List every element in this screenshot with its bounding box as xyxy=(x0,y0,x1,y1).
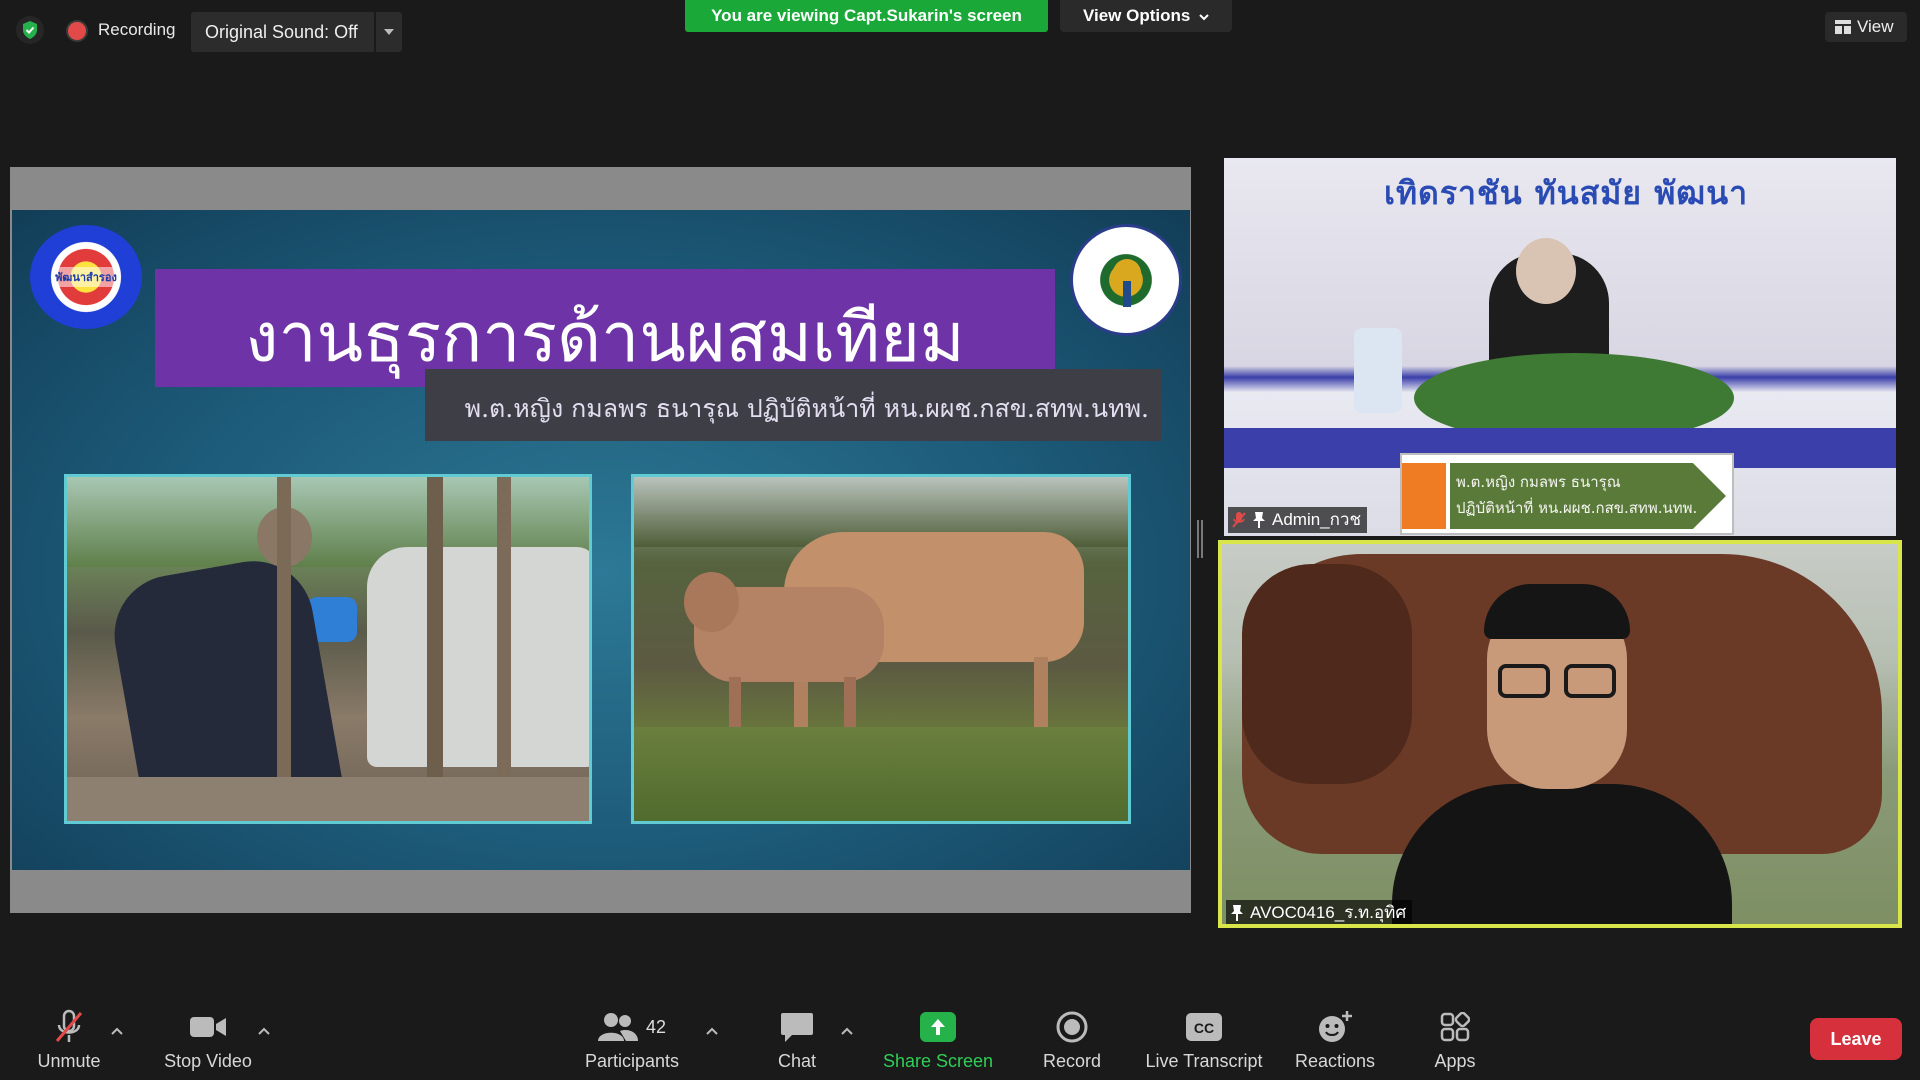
left-organization-logo: พัฒนาสำรอง xyxy=(30,225,142,329)
presenter-head xyxy=(1516,238,1576,304)
leave-button[interactable]: Leave xyxy=(1810,1018,1902,1060)
glasses-left-lens xyxy=(1498,664,1550,698)
chevron-up-icon xyxy=(841,1027,853,1035)
viewing-screen-banner: You are viewing Capt.Sukarin's screen xyxy=(685,0,1048,32)
slide-subtitle-box: พ.ต.หญิง กมลพร ธนารุณ ปฏิบัติหน้าที่ หน.… xyxy=(425,369,1161,441)
participant-name-tag: AVOC0416_ร.ท.อุทิศ xyxy=(1226,900,1413,924)
chat-options-caret[interactable] xyxy=(837,1021,857,1041)
audio-options-caret[interactable] xyxy=(107,1021,127,1041)
apps-label: Apps xyxy=(1434,1051,1476,1071)
chevron-up-icon xyxy=(111,1027,123,1035)
speaker-uniform xyxy=(1392,784,1732,924)
original-sound-button[interactable]: Original Sound: Off xyxy=(191,12,374,52)
sign-line-1: พ.ต.หญิง กมลพร ธนารุณ xyxy=(1456,473,1621,491)
apps-icon xyxy=(1440,1012,1470,1042)
share-screen-button[interactable]: Share Screen xyxy=(873,1007,1003,1072)
right-organization-logo xyxy=(1070,224,1182,336)
slide-subtitle: พ.ต.หญิง กมลพร ธนารุณ ปฏิบัติหน้าที่ หน.… xyxy=(464,394,1149,423)
unmute-label: Unmute xyxy=(37,1051,101,1071)
sign-line-2: ปฏิบัติหน้าที่ หน.ผผช.กสข.สทพ.นทพ. xyxy=(1456,499,1698,517)
video-tile-active-speaker[interactable]: AVOC0416_ร.ท.อุทิศ xyxy=(1218,540,1902,928)
presentation-slide: พัฒนาสำรอง งานธุรการด้านผสมเทียม พ.ต.หญิ… xyxy=(12,210,1190,870)
reactions-icon xyxy=(1319,1011,1352,1042)
reactions-label: Reactions xyxy=(1294,1051,1376,1071)
original-sound-dropdown[interactable] xyxy=(376,12,402,52)
view-options-button[interactable]: View Options xyxy=(1060,0,1232,32)
speaker-hair xyxy=(1484,584,1630,639)
live-transcript-label: Live Transcript xyxy=(1145,1051,1263,1071)
participant-name-tag: Admin_กวช xyxy=(1228,507,1368,533)
apps-button[interactable]: Apps xyxy=(1390,1007,1520,1072)
participants-options-caret[interactable] xyxy=(702,1021,722,1041)
participants-icon xyxy=(597,1013,638,1041)
video-tile-admin[interactable]: เทิดราชัน ทันสมัย พัฒนา พ.ต.หญิง กมลพร ธ… xyxy=(1224,158,1896,536)
view-options-label: View Options xyxy=(1082,6,1191,25)
sign-text: พ.ต.หญิง กมลพร ธนารุณ ปฏิบัติหน้าที่ หน.… xyxy=(1456,469,1697,521)
video-options-caret[interactable] xyxy=(254,1021,274,1041)
svg-text:CC: CC xyxy=(1194,1020,1214,1036)
mic-muted-icon xyxy=(1232,512,1246,528)
glasses-right-lens xyxy=(1564,664,1616,698)
chevron-down-icon xyxy=(384,29,394,35)
photo-cow-and-calf xyxy=(631,474,1131,824)
grid-view-icon xyxy=(1835,20,1851,34)
record-button[interactable]: Record xyxy=(1007,1007,1137,1072)
participants-button[interactable]: 42 Participants xyxy=(567,1007,697,1072)
pin-icon xyxy=(1253,512,1265,528)
meeting-toolbar: Unmute Stop Video 42 Participants Chat S… xyxy=(0,985,1920,1080)
mic-muted-icon xyxy=(55,1009,83,1042)
participant-count: 42 xyxy=(645,1016,667,1037)
live-transcript-button[interactable]: CC Live Transcript xyxy=(1139,1007,1269,1072)
share-screen-arrow-icon xyxy=(920,1012,956,1042)
video-camera-icon xyxy=(190,1017,226,1037)
participants-label: Participants xyxy=(584,1051,680,1071)
photo-artificial-insemination xyxy=(64,474,592,824)
view-label: View xyxy=(1857,17,1894,36)
record-label: Record xyxy=(1042,1051,1102,1071)
chat-bubble-icon xyxy=(781,1013,813,1042)
chat-label: Chat xyxy=(777,1051,817,1071)
record-icon xyxy=(1056,1011,1088,1043)
share-screen-label: Share Screen xyxy=(882,1051,994,1071)
left-logo-text: พัฒนาสำรอง xyxy=(53,267,119,287)
chevron-up-icon xyxy=(706,1027,718,1035)
cc-icon: CC xyxy=(1186,1013,1222,1041)
reactions-button[interactable]: Reactions xyxy=(1270,1007,1400,1072)
participant-name: Admin_กวช xyxy=(1272,510,1362,529)
name-sign: พ.ต.หญิง กมลพร ธนารุณ ปฏิบัติหน้าที่ หน.… xyxy=(1400,453,1734,535)
backdrop-motto-text: เทิดราชัน ทันสมัย พัฒนา xyxy=(1384,174,1749,212)
view-layout-button[interactable]: View xyxy=(1825,12,1907,42)
pin-icon xyxy=(1231,905,1243,921)
chevron-up-icon xyxy=(258,1027,270,1035)
participant-name: AVOC0416_ร.ท.อุทิศ xyxy=(1250,903,1407,922)
sign-orange-block xyxy=(1402,463,1446,529)
water-bottle xyxy=(1354,328,1402,413)
record-dot-icon xyxy=(68,22,86,40)
chevron-down-icon xyxy=(1199,14,1209,21)
security-shield-icon[interactable] xyxy=(16,16,44,44)
panel-resize-handle[interactable] xyxy=(1197,520,1203,558)
stop-video-label: Stop Video xyxy=(164,1051,252,1071)
recording-label: Recording xyxy=(98,20,176,39)
bull-head xyxy=(1242,564,1412,784)
